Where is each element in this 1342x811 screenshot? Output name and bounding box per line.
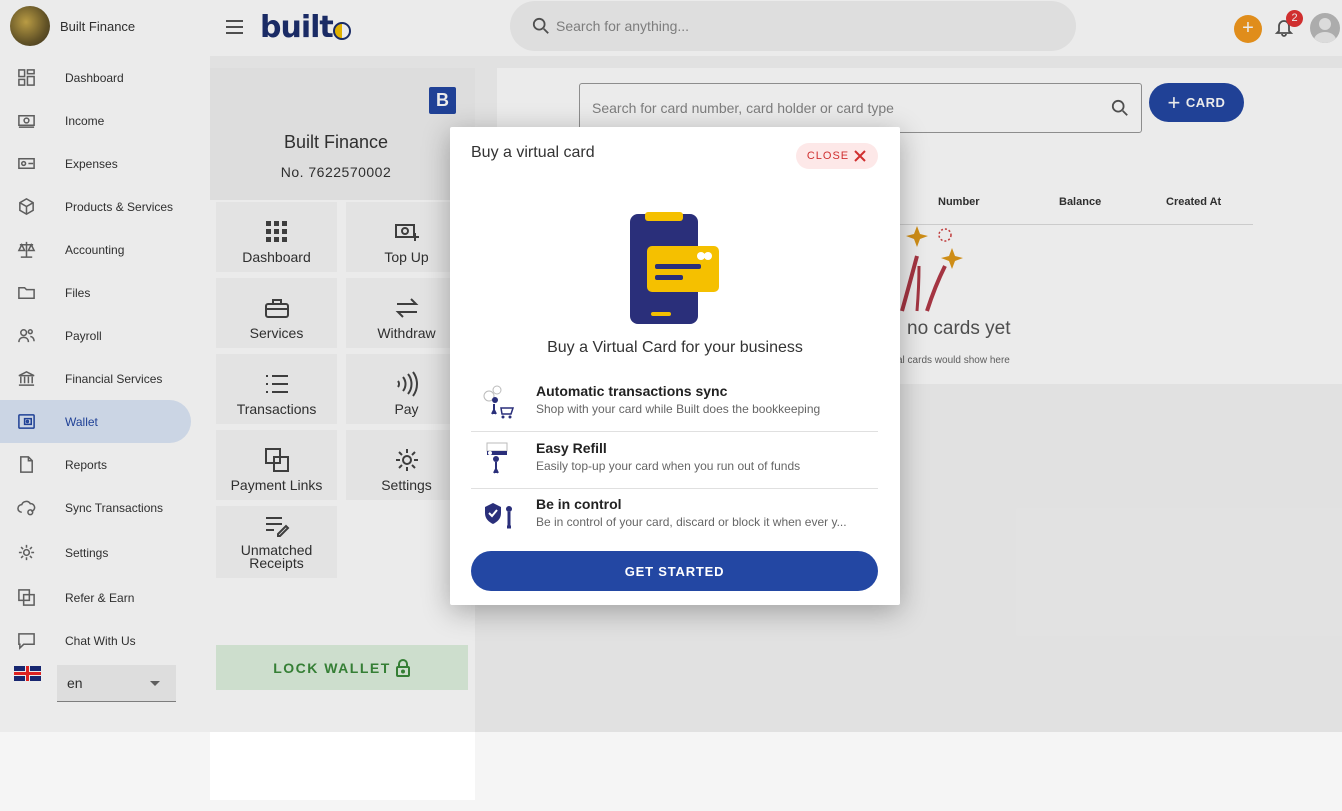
feature-title: Be in control — [536, 496, 622, 512]
phone-card-illustration — [630, 212, 719, 324]
close-label: CLOSE — [806, 150, 850, 162]
feature-easy-refill: Easy Refill Easily top-up your card when… — [471, 433, 878, 489]
shopping-cart-illustration — [483, 385, 515, 419]
close-button[interactable]: CLOSE — [796, 143, 878, 169]
feature-title: Easy Refill — [536, 440, 607, 456]
wallet-panel-bottom — [210, 732, 475, 800]
modal-title: Buy a virtual card — [471, 144, 595, 161]
feature-be-in-control: Be in control Be in control of your card… — [471, 489, 878, 545]
close-icon — [854, 150, 866, 162]
feature-description: Be in control of your card, discard or b… — [536, 515, 847, 529]
shield-illustration — [485, 503, 512, 529]
buy-virtual-card-modal: Buy a virtual card CLOSE Buy a Virtual C… — [450, 127, 900, 605]
page-footer-gap — [0, 732, 1342, 811]
modal-subtitle: Buy a Virtual Card for your business — [547, 339, 803, 356]
refill-illustration — [486, 442, 508, 474]
feature-auto-sync: Automatic transactions sync Shop with yo… — [471, 376, 878, 432]
feature-description: Easily top-up your card when you run out… — [536, 459, 801, 473]
feature-description: Shop with your card while Built does the… — [536, 402, 821, 416]
feature-title: Automatic transactions sync — [536, 383, 728, 399]
get-started-button[interactable]: GET STARTED — [471, 551, 878, 591]
